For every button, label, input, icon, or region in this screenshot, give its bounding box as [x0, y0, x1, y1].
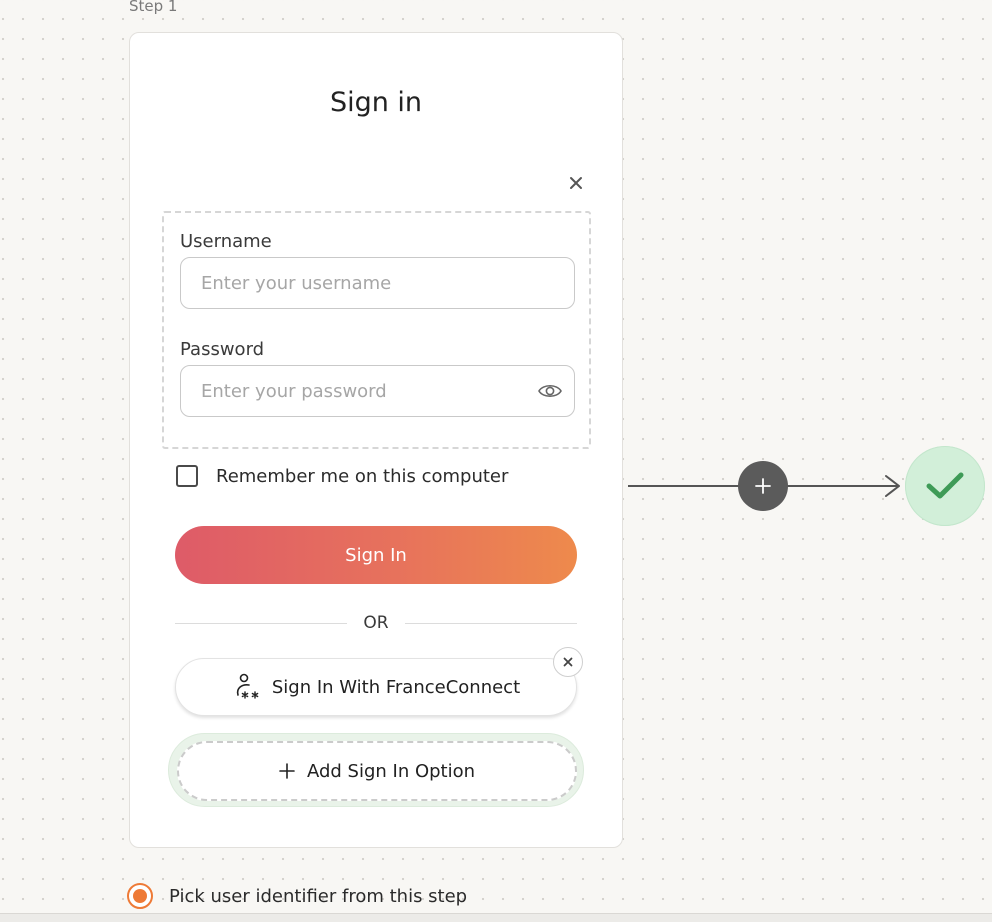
plus-icon — [279, 763, 295, 779]
fields-group: Username Password — [162, 211, 591, 449]
eye-icon[interactable] — [537, 381, 563, 401]
username-input[interactable] — [180, 257, 575, 309]
plus-icon — [755, 478, 771, 494]
sign-in-card: Sign in Username Password Remember me on… — [129, 32, 623, 848]
close-icon — [570, 177, 582, 189]
remember-me-label: Remember me on this computer — [216, 465, 509, 487]
franceconnect-label: Sign In With FranceConnect — [271, 676, 521, 698]
password-label: Password — [180, 339, 265, 360]
end-node — [905, 446, 985, 526]
add-sign-in-option-label: Add Sign In Option — [306, 760, 476, 782]
franceconnect-user-icon — [236, 673, 259, 699]
or-text: OR — [363, 613, 389, 633]
franceconnect-button[interactable]: Sign In With FranceConnect — [175, 658, 577, 716]
divider-line — [175, 622, 348, 624]
radio-selected-dot — [133, 889, 147, 903]
pick-identifier-row[interactable]: Pick user identifier from this step — [127, 883, 467, 909]
add-step-node[interactable] — [738, 461, 788, 511]
pick-identifier-radio[interactable] — [127, 883, 153, 909]
check-icon — [926, 472, 964, 499]
username-label: Username — [180, 231, 272, 252]
close-fields-button[interactable] — [566, 173, 586, 193]
remove-franceconnect-button[interactable] — [553, 647, 583, 677]
sign-in-button[interactable]: Sign In — [175, 526, 577, 584]
remember-me-row[interactable]: Remember me on this computer — [176, 465, 508, 487]
add-sign-in-option-area: Add Sign In Option — [168, 733, 584, 807]
remember-me-checkbox[interactable] — [176, 465, 198, 487]
or-divider: OR — [175, 611, 578, 635]
password-input[interactable] — [180, 365, 575, 417]
add-sign-in-option-button[interactable]: Add Sign In Option — [177, 741, 577, 801]
page-title: Sign in — [329, 87, 423, 118]
bottom-bar — [0, 913, 992, 922]
divider-line — [404, 622, 578, 624]
close-icon — [563, 657, 573, 667]
pick-identifier-label: Pick user identifier from this step — [169, 885, 468, 907]
step-label: Step 1 — [129, 0, 178, 15]
